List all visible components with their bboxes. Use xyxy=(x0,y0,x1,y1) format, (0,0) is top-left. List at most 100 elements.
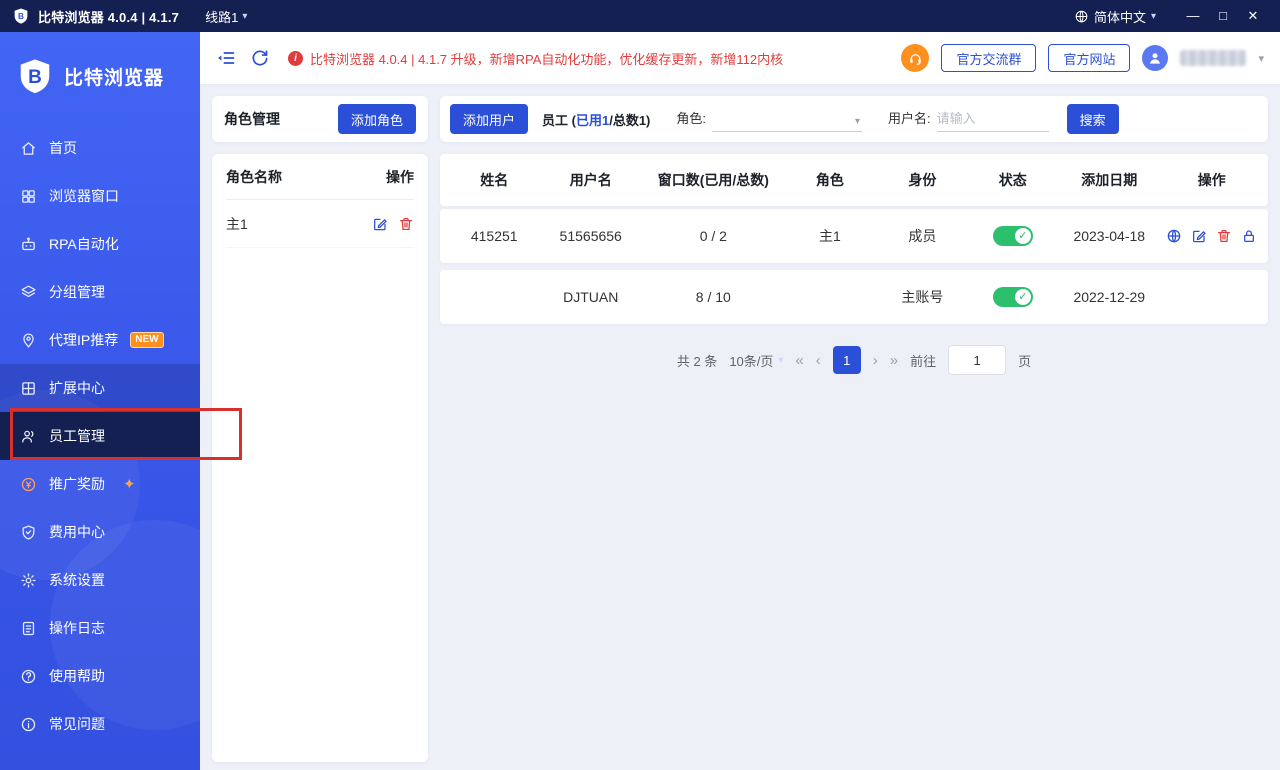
robot-icon xyxy=(20,236,37,253)
summary-suffix: /总数1) xyxy=(609,113,650,128)
sidebar-item-label: 费用中心 xyxy=(49,522,105,542)
username-filter-input[interactable] xyxy=(937,106,1049,132)
role-filter-label: 角色: xyxy=(676,108,706,132)
sidebar-item-faq[interactable]: 常见问题 xyxy=(0,700,200,748)
sidebar-item-label: 分组管理 xyxy=(49,282,105,302)
prev-page-button[interactable]: ‹ xyxy=(816,353,821,368)
staff-panel: 添加用户 员工 (已用1/总数1) 角色: ▾ 用户名: 搜索 姓名 用户名 窗… xyxy=(440,96,1268,762)
status-toggle[interactable]: ✓ xyxy=(993,287,1033,307)
cell-username: DJTUAN xyxy=(540,270,641,324)
page-size-select[interactable]: 10条/页 ▾ xyxy=(729,351,783,370)
avatar[interactable] xyxy=(1142,45,1168,71)
sidebar-item-proxy-ip[interactable]: 代理IP推荐 NEW xyxy=(0,316,200,364)
role-panel-title: 角色管理 xyxy=(224,109,280,129)
total-count: 共 2 条 xyxy=(677,351,717,370)
add-role-button[interactable]: 添加角色 xyxy=(338,104,416,134)
question-icon xyxy=(20,668,37,685)
customer-service-button[interactable] xyxy=(901,44,929,72)
brand: B 比特浏览器 xyxy=(0,32,200,96)
col-name-header: 姓名 xyxy=(448,154,540,206)
minimize-button[interactable]: — xyxy=(1178,0,1208,32)
maximize-button[interactable]: □ xyxy=(1208,0,1238,32)
sidebar-item-label: 操作日志 xyxy=(49,618,105,638)
cell-identity: 主账号 xyxy=(874,270,970,324)
notice-text: 比特浏览器 4.0.4 | 4.1.7 升级，新增RPA自动化功能，优化缓存更新… xyxy=(310,49,783,68)
role-action-column-header: 操作 xyxy=(386,167,414,187)
col-identity-header: 身份 xyxy=(874,154,970,206)
sidebar-item-rpa[interactable]: RPA自动化 xyxy=(0,220,200,268)
app-logo-icon: B xyxy=(12,7,30,25)
sidebar-item-help[interactable]: 使用帮助 xyxy=(0,652,200,700)
sidebar: B 比特浏览器 首页 浏览器窗口 RPA自动化 分组管理 代理IP推荐 NEW … xyxy=(0,32,200,770)
notice-info-icon: i xyxy=(288,51,303,66)
sidebar-item-operation-log[interactable]: 操作日志 xyxy=(0,604,200,652)
cell-windows: 0 / 2 xyxy=(641,209,786,263)
shield-icon xyxy=(20,524,37,541)
delete-icon[interactable] xyxy=(1216,228,1232,244)
sidebar-item-label: 员工管理 xyxy=(49,426,105,446)
role-row: 主1 xyxy=(226,200,414,248)
sidebar-item-staff-management[interactable]: 员工管理 xyxy=(0,412,200,460)
sidebar-item-system-settings[interactable]: 系统设置 xyxy=(0,556,200,604)
current-page-button[interactable]: 1 xyxy=(833,346,861,374)
headset-icon xyxy=(908,51,923,66)
check-icon: ✓ xyxy=(1015,228,1031,244)
col-username-header: 用户名 xyxy=(540,154,641,206)
language-label: 简体中文 xyxy=(1094,7,1146,26)
sidebar-item-groups[interactable]: 分组管理 xyxy=(0,268,200,316)
chevron-down-icon: ▾ xyxy=(778,355,783,366)
cell-role: 主1 xyxy=(786,209,874,263)
official-website-button[interactable]: 官方网站 xyxy=(1048,44,1130,72)
gear-icon xyxy=(20,572,37,589)
next-page-button[interactable]: › xyxy=(873,353,878,368)
goto-page-input[interactable] xyxy=(948,345,1006,375)
chevron-down-icon[interactable]: ▾ xyxy=(1258,52,1264,65)
location-pin-icon xyxy=(20,332,37,349)
first-page-button[interactable]: « xyxy=(795,353,803,368)
summary-prefix: 员工 ( xyxy=(542,113,576,128)
role-filter-select[interactable]: ▾ xyxy=(712,106,862,132)
username-redacted xyxy=(1180,50,1246,66)
page-suffix: 页 xyxy=(1018,351,1031,370)
menu-collapse-icon[interactable] xyxy=(216,48,236,68)
sidebar-item-home[interactable]: 首页 xyxy=(0,124,200,172)
official-group-button[interactable]: 官方交流群 xyxy=(941,44,1036,72)
line-selector[interactable]: 线路1 ▾ xyxy=(205,7,247,26)
cell-username: 51565656 xyxy=(540,209,641,263)
brand-logo-icon: B xyxy=(16,57,54,95)
user-icon xyxy=(1147,50,1163,66)
delete-role-icon[interactable] xyxy=(398,216,414,232)
titlebar: B 比特浏览器 4.0.4 | 4.1.7 线路1 ▾ 简体中文 ▾ — □ ✕ xyxy=(0,0,1280,32)
close-button[interactable]: ✕ xyxy=(1238,0,1268,32)
globe-icon[interactable] xyxy=(1166,228,1182,244)
sidebar-item-label: 浏览器窗口 xyxy=(49,186,119,206)
extension-icon xyxy=(20,380,37,397)
status-toggle[interactable]: ✓ xyxy=(993,226,1033,246)
lock-icon[interactable] xyxy=(1241,228,1257,244)
language-selector[interactable]: 简体中文 ▾ xyxy=(1074,7,1156,26)
line-label: 线路1 xyxy=(205,7,238,26)
edit-role-icon[interactable] xyxy=(372,216,388,232)
cell-identity: 成员 xyxy=(874,209,970,263)
role-panel: 角色管理 添加角色 角色名称 操作 主1 xyxy=(212,96,428,762)
sidebar-item-label: 扩展中心 xyxy=(49,378,105,398)
add-user-button[interactable]: 添加用户 xyxy=(450,104,528,134)
layers-icon xyxy=(20,284,37,301)
brand-name: 比特浏览器 xyxy=(64,63,164,90)
sidebar-item-label: 代理IP推荐 xyxy=(49,330,118,350)
sidebar-item-extensions[interactable]: 扩展中心 xyxy=(0,364,200,412)
sidebar-item-browser-windows[interactable]: 浏览器窗口 xyxy=(0,172,200,220)
pagination: 共 2 条 10条/页 ▾ « ‹ 1 › » 前往 页 xyxy=(440,339,1268,381)
sidebar-item-promotion-rewards[interactable]: 推广奖励 ✦ xyxy=(0,460,200,508)
refresh-icon[interactable] xyxy=(250,48,270,68)
sidebar-item-billing-center[interactable]: 费用中心 xyxy=(0,508,200,556)
sidebar-item-label: 首页 xyxy=(49,138,77,158)
page-size-label: 10条/页 xyxy=(729,351,773,370)
svg-text:B: B xyxy=(28,67,42,88)
cell-role xyxy=(786,270,874,324)
app-title: 比特浏览器 4.0.4 | 4.1.7 xyxy=(38,7,179,26)
username-filter-label: 用户名: xyxy=(888,108,931,132)
last-page-button[interactable]: » xyxy=(890,353,898,368)
edit-icon[interactable] xyxy=(1191,228,1207,244)
search-button[interactable]: 搜索 xyxy=(1067,104,1119,134)
